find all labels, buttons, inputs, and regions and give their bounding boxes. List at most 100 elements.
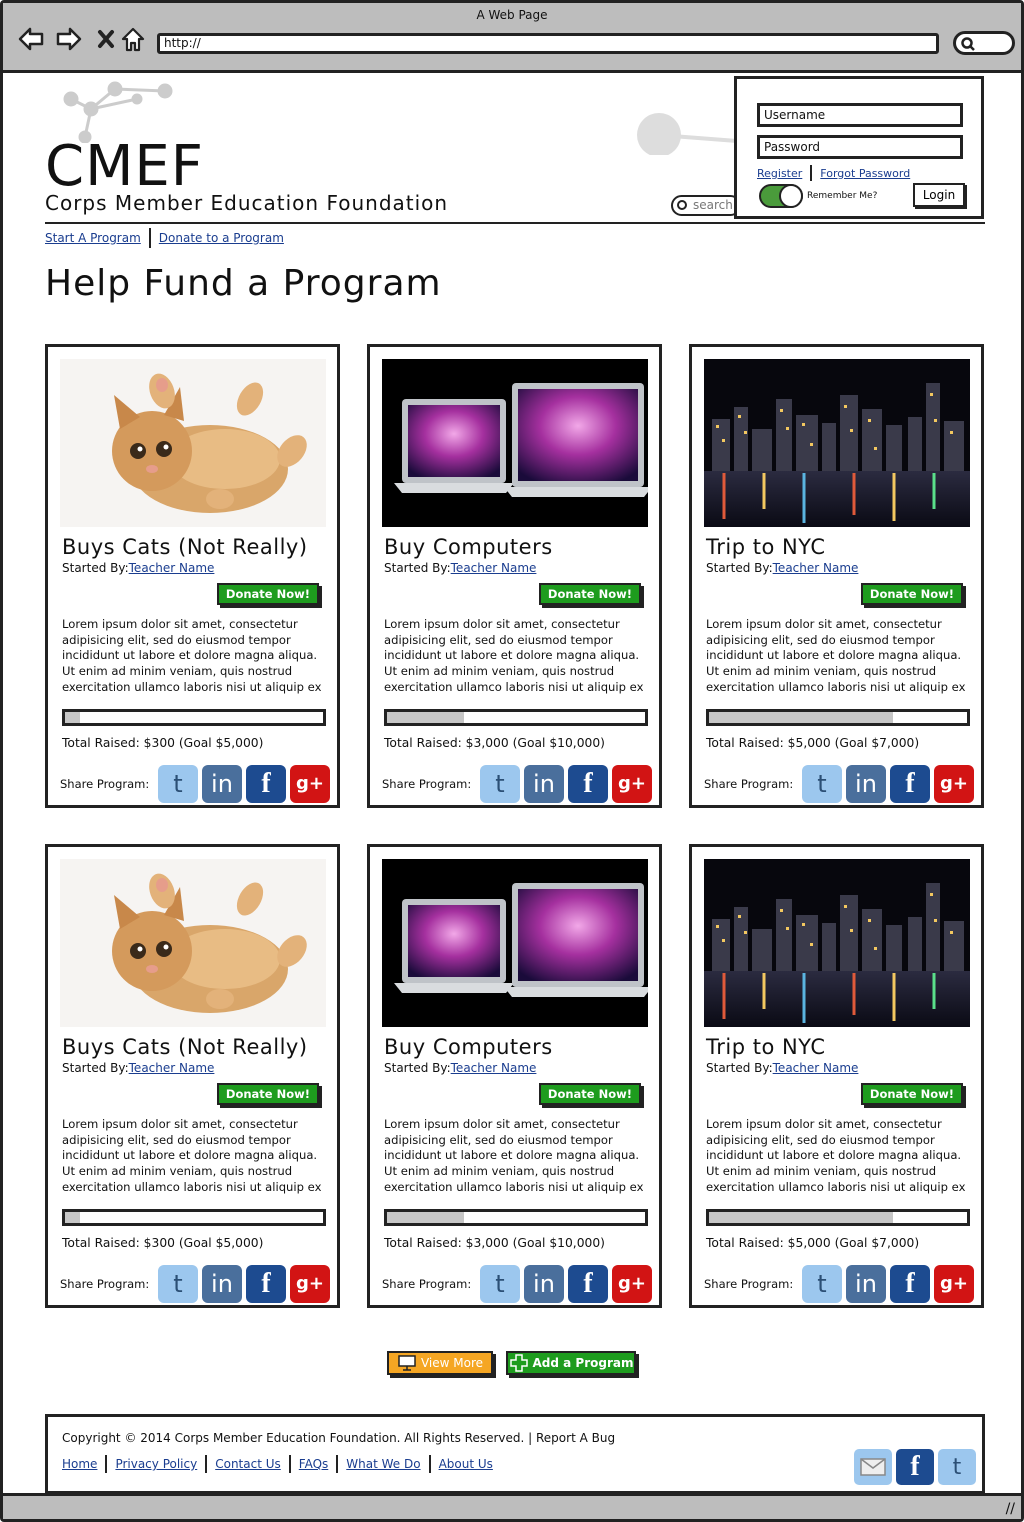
google-plus-icon[interactable]: g+ <box>290 1265 330 1303</box>
google-plus-icon[interactable]: g+ <box>612 765 652 803</box>
share-buttons: t in f g+ <box>802 1265 974 1303</box>
program-card: Buy Computers Started By:Teacher Name Do… <box>367 344 662 808</box>
footer-link-what-we-do[interactable]: What We Do <box>346 1457 420 1471</box>
twitter-icon[interactable]: t <box>158 1265 198 1303</box>
facebook-icon[interactable]: f <box>896 1449 934 1485</box>
donate-now-button[interactable]: Donate Now! <box>860 583 963 605</box>
footer-link-privacy[interactable]: Privacy Policy <box>115 1457 197 1471</box>
teacher-name-link[interactable]: Teacher Name <box>129 1061 215 1075</box>
started-by: Started By:Teacher Name <box>62 561 214 575</box>
program-description: Lorem ipsum dolor sit amet, consectetur a… <box>62 1117 324 1196</box>
footer-link-contact[interactable]: Contact Us <box>215 1457 281 1471</box>
donate-program-link[interactable]: Donate to a Program <box>159 231 284 245</box>
add-program-button[interactable]: Add a Program <box>506 1351 636 1375</box>
view-more-button[interactable]: View More <box>387 1351 493 1375</box>
twitter-icon[interactable]: t <box>480 765 520 803</box>
password-field[interactable]: Password <box>757 135 963 159</box>
facebook-icon[interactable]: f <box>246 765 286 803</box>
url-input[interactable]: http:// <box>157 33 939 54</box>
facebook-icon[interactable]: f <box>246 1265 286 1303</box>
register-link[interactable]: Register <box>757 167 802 180</box>
divider <box>810 165 813 181</box>
facebook-icon[interactable]: f <box>568 1265 608 1303</box>
program-title: Buys Cats (Not Really) <box>62 535 308 559</box>
twitter-icon[interactable]: t <box>802 1265 842 1303</box>
twitter-icon[interactable]: t <box>480 1265 520 1303</box>
program-card: Trip to NYC Started By:Teacher Name Dona… <box>689 844 984 1308</box>
donate-now-button[interactable]: Donate Now! <box>860 1083 963 1105</box>
teacher-name-link[interactable]: Teacher Name <box>773 1061 859 1075</box>
close-stop-icon[interactable] <box>93 25 121 53</box>
google-plus-icon[interactable]: g+ <box>290 765 330 803</box>
description-line: incididunt ut labore et dolore magna ali… <box>384 1148 640 1163</box>
remember-me-label: Remember Me? <box>807 191 878 201</box>
total-raised: Total Raised: $300 (Goal $5,000) <box>62 736 264 750</box>
footer-link-home[interactable]: Home <box>62 1457 97 1471</box>
description-line: exercitation ullamco laboris nisi ut ali… <box>62 679 322 694</box>
header-divider <box>45 222 985 224</box>
forward-arrow-icon[interactable] <box>55 25 83 53</box>
linkedin-icon[interactable]: in <box>202 1265 242 1303</box>
linkedin-icon[interactable]: in <box>524 765 564 803</box>
laptops-photo <box>382 359 648 527</box>
teacher-name-link[interactable]: Teacher Name <box>451 561 537 575</box>
total-raised: Total Raised: $300 (Goal $5,000) <box>62 1236 264 1250</box>
start-program-link[interactable]: Start A Program <box>45 231 141 245</box>
started-by: Started By:Teacher Name <box>384 561 536 575</box>
footer-link-about[interactable]: About Us <box>439 1457 493 1471</box>
home-icon[interactable] <box>119 25 147 53</box>
nyc-skyline-photo <box>704 359 970 527</box>
progress-fill <box>387 1212 465 1223</box>
breadcrumb: Start A Program Donate to a Program <box>45 228 284 248</box>
program-description: Lorem ipsum dolor sit amet, consectetur a… <box>384 617 646 696</box>
site-search-input[interactable]: search <box>671 195 741 216</box>
started-by: Started By:Teacher Name <box>384 1061 536 1075</box>
facebook-icon[interactable]: f <box>890 765 930 803</box>
started-by-label: Started By: <box>384 561 451 575</box>
google-plus-icon[interactable]: g+ <box>612 1265 652 1303</box>
resize-grip-icon[interactable]: // <box>1006 1501 1015 1517</box>
facebook-icon[interactable]: f <box>568 765 608 803</box>
twitter-icon[interactable]: t <box>158 765 198 803</box>
donate-now-button[interactable]: Donate Now! <box>216 1083 319 1105</box>
teacher-name-link[interactable]: Teacher Name <box>773 561 859 575</box>
description-line: Ut enim ad minim veniam, quis nostrud <box>62 1164 293 1179</box>
donate-now-button[interactable]: Donate Now! <box>538 583 641 605</box>
teacher-name-link[interactable]: Teacher Name <box>451 1061 537 1075</box>
remember-me-toggle[interactable] <box>759 184 803 208</box>
linkedin-icon[interactable]: in <box>202 765 242 803</box>
donate-now-button[interactable]: Donate Now! <box>538 1083 641 1105</box>
description-line: incididunt ut labore et dolore magna ali… <box>62 648 318 663</box>
browser-status-bar: // <box>3 1493 1021 1519</box>
description-line: adipisicing elit, sed do eiusmod tempor <box>384 1132 613 1147</box>
forgot-password-link[interactable]: Forgot Password <box>820 167 910 180</box>
login-button[interactable]: Login <box>913 183 965 207</box>
share-buttons: t in f g+ <box>158 765 330 803</box>
email-icon[interactable] <box>854 1449 892 1485</box>
divider <box>205 1455 208 1473</box>
teacher-name-link[interactable]: Teacher Name <box>129 561 215 575</box>
username-field[interactable]: Username <box>757 103 963 127</box>
search-placeholder: search <box>693 198 733 212</box>
login-links: Register Forgot Password <box>757 165 910 181</box>
program-title: Buys Cats (Not Really) <box>62 1035 308 1059</box>
description-line: adipisicing elit, sed do eiusmod tempor <box>62 632 291 647</box>
share-label: Share Program: <box>60 1277 150 1291</box>
description-line: Ut enim ad minim veniam, quis nostrud <box>706 1164 937 1179</box>
linkedin-icon[interactable]: in <box>524 1265 564 1303</box>
description-line: incididunt ut labore et dolore magna ali… <box>62 1148 318 1163</box>
back-arrow-icon[interactable] <box>17 25 45 53</box>
footer-link-faqs[interactable]: FAQs <box>299 1457 329 1471</box>
browser-search-field[interactable] <box>953 31 1015 55</box>
window-title: A Web Page <box>476 8 548 22</box>
twitter-icon[interactable]: t <box>938 1449 976 1485</box>
progress-fill <box>387 712 465 723</box>
description-line: Lorem ipsum dolor sit amet, consectetur <box>706 617 942 631</box>
donate-now-button[interactable]: Donate Now! <box>216 583 319 605</box>
google-plus-icon[interactable]: g+ <box>934 1265 974 1303</box>
linkedin-icon[interactable]: in <box>846 1265 886 1303</box>
linkedin-icon[interactable]: in <box>846 765 886 803</box>
facebook-icon[interactable]: f <box>890 1265 930 1303</box>
google-plus-icon[interactable]: g+ <box>934 765 974 803</box>
twitter-icon[interactable]: t <box>802 765 842 803</box>
